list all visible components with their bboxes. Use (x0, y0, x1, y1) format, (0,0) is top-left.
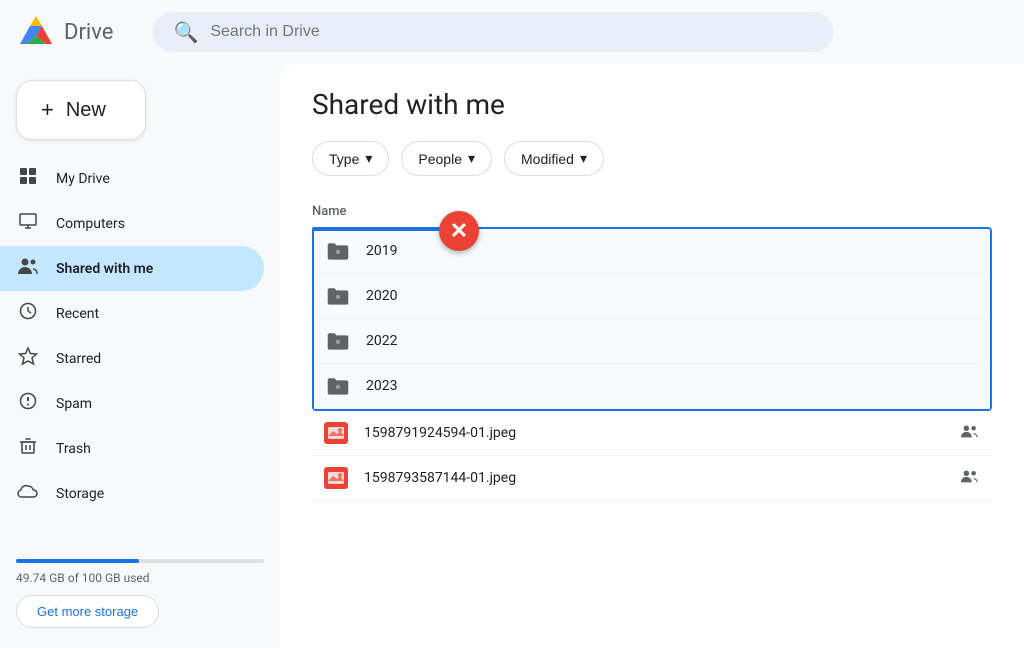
sidebar-label-starred: Starred (56, 351, 101, 367)
selection-box: ✕ 2019 (312, 227, 992, 411)
search-input[interactable] (210, 23, 813, 41)
list-item[interactable]: 2020 (314, 274, 990, 319)
file-name: 1598793587144-01.jpeg (364, 470, 944, 486)
list-item[interactable]: 2023 (314, 364, 990, 409)
folder-shared-svg (326, 284, 350, 308)
page-title: Shared with me (312, 88, 992, 121)
storage-used-text: 49.74 GB of 100 GB used (16, 571, 264, 585)
storage-bar-container (16, 559, 264, 563)
logo-area: Drive (16, 12, 113, 52)
people-icon (16, 256, 40, 281)
sidebar-label-spam: Spam (56, 396, 92, 412)
sidebar-label-recent: Recent (56, 306, 99, 322)
storage-section: 49.74 GB of 100 GB used Get more storage (0, 547, 280, 640)
sidebar-item-starred[interactable]: Starred (0, 336, 264, 381)
content-area: Shared with me Type ▾ People ▾ Modified … (280, 64, 1024, 648)
logo-text: Drive (64, 20, 113, 45)
search-bar[interactable]: 🔍 (153, 12, 833, 52)
monitor-icon (16, 211, 40, 236)
topbar: Drive 🔍 (0, 0, 1024, 64)
sidebar-item-my-drive[interactable]: My Drive (0, 156, 264, 201)
col-header-name: Name (312, 200, 992, 223)
people-chevron-icon: ▾ (468, 150, 475, 167)
cloud-icon (16, 481, 40, 506)
list-item[interactable]: 1598791924594-01.jpeg (312, 411, 992, 456)
folder-icon (326, 329, 350, 353)
sidebar-item-computers[interactable]: Computers (0, 201, 264, 246)
trash-icon (16, 436, 40, 461)
sidebar-label-storage: Storage (56, 486, 104, 502)
star-icon (16, 346, 40, 371)
get-more-storage-button[interactable]: Get more storage (16, 595, 159, 628)
list-item[interactable]: 2019 (314, 229, 990, 274)
sidebar-item-recent[interactable]: Recent (0, 291, 264, 336)
folder-shared-svg (326, 374, 350, 398)
sidebar-label-computers: Computers (56, 216, 125, 232)
list-item[interactable]: 1598793587144-01.jpeg (312, 456, 992, 501)
sidebar-item-trash[interactable]: Trash (0, 426, 264, 471)
folder-icon (326, 374, 350, 398)
type-chevron-icon: ▾ (365, 150, 372, 167)
storage-bar-fill (16, 559, 139, 563)
shared-people-icon (960, 468, 980, 488)
clock-icon (16, 301, 40, 326)
folder-icon (326, 284, 350, 308)
new-label: New (66, 99, 106, 122)
sidebar-item-storage[interactable]: Storage (0, 471, 264, 516)
folder-shared-svg (326, 239, 350, 263)
image-file-icon (324, 421, 348, 445)
main-layout: + New My Drive Computers Shared with me (0, 64, 1024, 648)
type-filter-label: Type (329, 151, 359, 167)
list-item[interactable]: 2022 (314, 319, 990, 364)
sidebar-item-shared-with-me[interactable]: Shared with me (0, 246, 264, 291)
modified-filter-label: Modified (521, 151, 574, 167)
folder-shared-svg (326, 329, 350, 353)
image-icon-svg (328, 472, 344, 484)
sidebar-label-trash: Trash (56, 441, 91, 457)
modified-chevron-icon: ▾ (580, 150, 587, 167)
plus-icon: + (41, 97, 54, 123)
grid-icon (16, 166, 40, 191)
modified-filter-button[interactable]: Modified ▾ (504, 141, 604, 176)
new-button[interactable]: + New (16, 80, 146, 140)
image-icon-svg (328, 427, 344, 439)
type-filter-button[interactable]: Type ▾ (312, 141, 389, 176)
sidebar-label-shared: Shared with me (56, 261, 153, 277)
info-icon (16, 391, 40, 416)
file-name: 1598791924594-01.jpeg (364, 425, 944, 441)
deselect-button[interactable]: ✕ (439, 211, 479, 251)
sidebar-item-spam[interactable]: Spam (0, 381, 264, 426)
shared-people-icon (960, 423, 980, 443)
file-name: 2022 (366, 333, 978, 349)
sidebar: + New My Drive Computers Shared with me (0, 64, 280, 648)
sidebar-label-my-drive: My Drive (56, 171, 110, 187)
file-list: ✕ 2019 (312, 227, 992, 501)
filter-bar: Type ▾ People ▾ Modified ▾ (312, 141, 992, 176)
drive-logo-icon (16, 12, 56, 52)
image-file-icon (324, 466, 348, 490)
file-name: 2020 (366, 288, 978, 304)
selection-container: ✕ 2019 (312, 227, 992, 411)
people-filter-button[interactable]: People ▾ (401, 141, 492, 176)
search-icon: 🔍 (173, 20, 198, 44)
people-filter-label: People (418, 151, 462, 167)
file-name: 2023 (366, 378, 978, 394)
folder-icon (326, 239, 350, 263)
